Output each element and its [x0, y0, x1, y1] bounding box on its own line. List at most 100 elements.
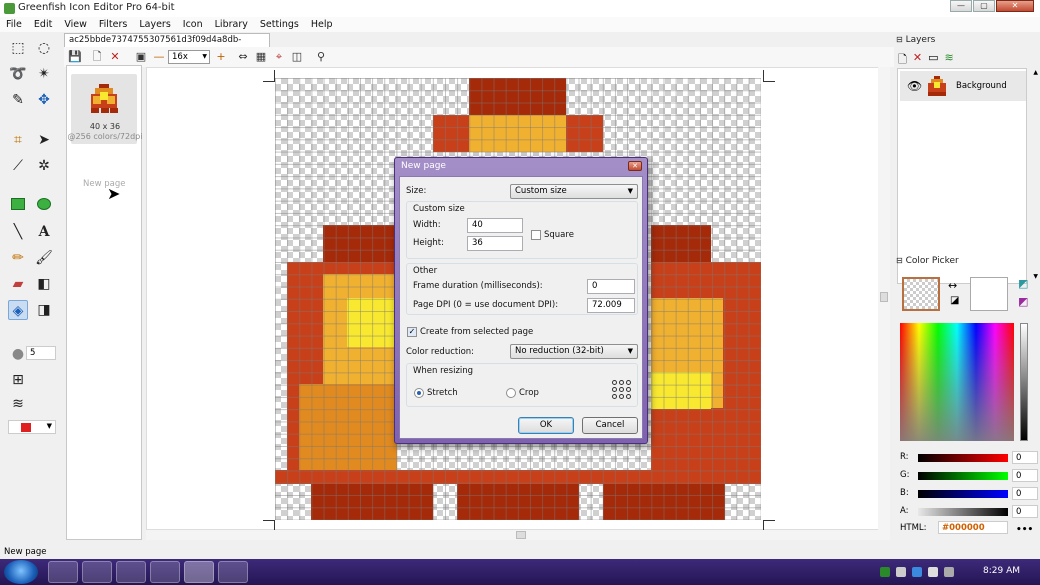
green-slider[interactable] [918, 472, 1008, 480]
blue-value[interactable]: 0 [1012, 487, 1038, 500]
search-icon[interactable]: ⚲ [314, 50, 328, 64]
zoom-out-icon[interactable]: — [152, 50, 166, 64]
ok-button[interactable]: OK [518, 417, 574, 434]
reset-colors-icon[interactable]: ◪ [950, 295, 959, 306]
eye-icon[interactable]: 👁 [907, 79, 922, 93]
stretch-radio[interactable] [414, 388, 424, 398]
primary-color-swatch[interactable] [902, 277, 940, 311]
blue-slider[interactable] [918, 490, 1008, 498]
fit-icon[interactable]: ⇔ [236, 50, 250, 64]
close-button[interactable]: ✕ [996, 0, 1034, 12]
color-reduction-select[interactable]: No reduction (32-bit) ▼ [510, 344, 638, 359]
square-checkbox[interactable] [531, 230, 541, 240]
menu-edit[interactable]: Edit [34, 17, 52, 32]
magic-wand-icon[interactable]: ✴ [34, 64, 54, 84]
swap-colors-icon[interactable]: ↔ [948, 279, 957, 292]
tray-skype-icon[interactable] [912, 567, 922, 577]
zoom-in-icon[interactable]: + [214, 50, 228, 64]
preview-icon[interactable]: ◫ [290, 50, 304, 64]
rect-select-icon[interactable]: ⬚ [8, 38, 28, 58]
tray-flag-icon[interactable] [928, 567, 938, 577]
tray-app-icon[interactable] [944, 567, 954, 577]
new-page-icon[interactable]: 🗋 [90, 50, 104, 64]
lasso-icon[interactable]: ➰ [8, 64, 28, 84]
save-icon[interactable]: 💾 [68, 50, 82, 64]
menu-library[interactable]: Library [215, 17, 248, 32]
brush-size-field[interactable]: 5 [26, 346, 56, 360]
more-options-icon[interactable]: ••• [1016, 525, 1033, 535]
layer-row[interactable]: 👁 Background [900, 71, 1026, 101]
delete-page-icon[interactable]: ✕ [108, 50, 122, 64]
alpha-slider[interactable] [918, 508, 1008, 516]
green-value[interactable]: 0 [1012, 469, 1038, 482]
tray-network-icon[interactable] [880, 567, 890, 577]
taskbar-explorer[interactable] [48, 561, 78, 583]
clone-icon[interactable]: ◈ [8, 300, 28, 320]
clock[interactable]: 8:29 AM [983, 566, 1020, 576]
color-replace-icon[interactable]: ✲ [34, 156, 54, 176]
alpha-value[interactable]: 0 [1012, 505, 1038, 518]
create-from-checkbox[interactable]: ✓ [407, 327, 417, 337]
page-dpi-field[interactable]: 72.009 [587, 298, 635, 313]
menu-view[interactable]: View [64, 17, 87, 32]
tray-volume-icon[interactable] [896, 567, 906, 577]
blend-icon[interactable]: ≋ [8, 394, 28, 414]
ellipse-select-icon[interactable]: ◌ [34, 38, 54, 58]
vertical-scrollbar[interactable] [878, 67, 890, 530]
ellipse-icon[interactable] [34, 196, 54, 216]
html-color-field[interactable]: #000000 [938, 521, 1008, 534]
fill-icon[interactable]: ◧ [34, 274, 54, 294]
collapse-icon[interactable]: ⊟ [896, 35, 903, 44]
gradient-icon[interactable]: ◨ [34, 300, 54, 320]
freehand-icon[interactable]: ✎ [8, 90, 28, 110]
horizontal-scroll-thumb[interactable] [516, 531, 526, 539]
color-swatch-select[interactable]: ▼ [8, 420, 56, 434]
taskbar-icon-editor[interactable] [184, 561, 214, 583]
menu-help[interactable]: Help [311, 17, 333, 32]
secondary-color-swatch[interactable] [970, 277, 1008, 311]
crosshair-icon[interactable]: ⌖ [272, 50, 286, 64]
scroll-up-icon[interactable]: ▲ [1033, 69, 1038, 76]
pencil-icon[interactable]: ✏ [8, 248, 28, 268]
eraser-icon[interactable]: ▰ [8, 274, 28, 294]
eyedropper-icon[interactable]: ⟋ [8, 156, 28, 176]
pointer-icon[interactable]: ➤ [34, 130, 54, 150]
taskbar-app-3[interactable] [116, 561, 146, 583]
height-field[interactable]: 36 [467, 236, 523, 251]
text-icon[interactable]: A [34, 222, 54, 242]
maximize-button[interactable]: ▢ [973, 0, 995, 12]
inverse-icon[interactable]: ◩ [1018, 295, 1028, 308]
crop-icon[interactable]: ⌗ [8, 130, 28, 150]
start-button[interactable] [4, 560, 38, 584]
taskbar-app-6[interactable] [218, 561, 248, 583]
vertical-scroll-thumb[interactable] [880, 292, 888, 302]
crop-radio[interactable] [506, 388, 516, 398]
menu-filters[interactable]: Filters [99, 17, 127, 32]
anchor-grid-icon[interactable] [612, 380, 632, 400]
document-tab[interactable]: ac25bbde7374755307561d3f09d4a8db-daoky57… [64, 33, 270, 58]
width-field[interactable]: 40 [467, 218, 523, 233]
taskbar-app-2[interactable] [82, 561, 112, 583]
menu-settings[interactable]: Settings [260, 17, 299, 32]
minimize-button[interactable]: — [950, 0, 972, 12]
color-spectrum[interactable] [900, 323, 1014, 441]
zoom-select[interactable]: 16x ▼ [168, 50, 210, 64]
taskbar-chrome[interactable] [150, 561, 180, 583]
menu-icon[interactable]: Icon [183, 17, 203, 32]
rectangle-icon[interactable] [8, 196, 28, 216]
red-value[interactable]: 0 [1012, 451, 1038, 464]
move-icon[interactable]: ✥ [34, 90, 54, 110]
grid-icon[interactable]: ▦ [254, 50, 268, 64]
transparent-icon[interactable]: ◩ [1018, 277, 1028, 290]
line-icon[interactable]: ╲ [8, 222, 28, 242]
cancel-button[interactable]: Cancel [582, 417, 638, 434]
frame-duration-field[interactable]: 0 [587, 279, 635, 294]
pattern-icon[interactable]: ⊞ [8, 370, 28, 390]
menu-layers[interactable]: Layers [139, 17, 170, 32]
luminance-slider[interactable] [1020, 323, 1028, 441]
dialog-close-button[interactable]: ✕ [628, 161, 642, 171]
brush-icon[interactable]: 🖌 [34, 248, 54, 268]
size-select[interactable]: Custom size ▼ [510, 184, 638, 199]
red-slider[interactable] [918, 454, 1008, 462]
collapse-icon[interactable]: ⊟ [896, 256, 903, 265]
